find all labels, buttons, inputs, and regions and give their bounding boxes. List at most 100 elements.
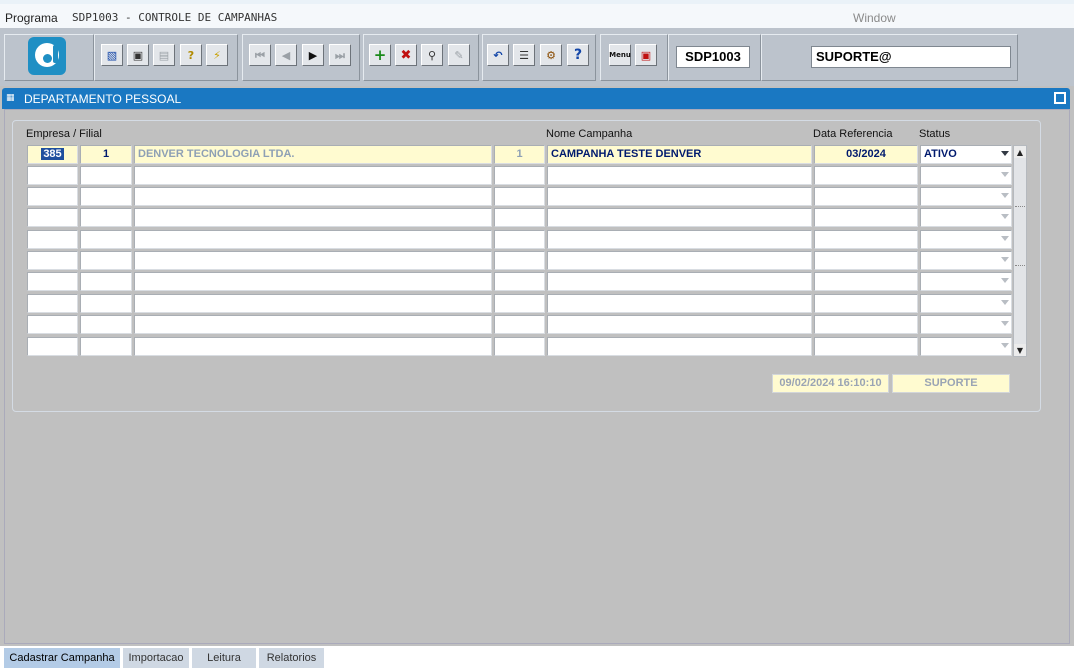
filial-cell[interactable]	[80, 251, 132, 270]
scroll-up-icon[interactable]: ▲	[1014, 146, 1026, 158]
chevron-down-icon[interactable]	[1001, 300, 1009, 305]
nome-empresa-cell	[134, 208, 492, 227]
campanha-cell[interactable]	[547, 230, 812, 249]
campanha-cell[interactable]	[547, 251, 812, 270]
status-select[interactable]: ATIVO	[920, 145, 1012, 164]
previous-record-icon[interactable]: ◀	[275, 44, 297, 66]
campanha-cell[interactable]	[547, 166, 812, 185]
filial-cell[interactable]	[80, 166, 132, 185]
settings-icon[interactable]: ⚙	[540, 44, 562, 66]
empresa-cell[interactable]	[27, 272, 78, 291]
clipboard-icon[interactable]: ☰	[513, 44, 535, 66]
execute-query-icon[interactable]: ⚡	[206, 44, 228, 66]
tab-leitura[interactable]: Leitura	[192, 648, 256, 668]
find-icon[interactable]: ⚲	[421, 44, 443, 66]
empresa-cell[interactable]	[27, 315, 78, 334]
chevron-down-icon[interactable]	[1001, 193, 1009, 198]
menu-window[interactable]: Window	[853, 11, 896, 25]
campanha-cell[interactable]	[547, 272, 812, 291]
menu-bar: Programa SDP1003 - CONTROLE DE CAMPANHAS…	[0, 4, 1074, 28]
help-icon[interactable]: ?	[567, 44, 589, 66]
status-select[interactable]	[920, 315, 1012, 334]
status-select[interactable]	[920, 251, 1012, 270]
data-referencia-cell[interactable]	[814, 272, 918, 291]
chevron-down-icon[interactable]	[1001, 151, 1009, 156]
scroll-thumb[interactable]	[1015, 206, 1025, 266]
empresa-cell[interactable]	[27, 337, 78, 356]
filial-cell[interactable]	[80, 337, 132, 356]
filial-cell[interactable]	[80, 272, 132, 291]
empresa-value: 385	[41, 148, 64, 160]
timestamp-field: 09/02/2024 16:10:10	[772, 374, 889, 393]
delete-record-icon[interactable]: ✖	[395, 44, 417, 66]
filial-cell[interactable]	[80, 294, 132, 313]
codigo-campanha-cell	[494, 337, 545, 356]
print-icon[interactable]: ▤	[153, 44, 175, 66]
header-status: Status	[919, 128, 951, 140]
maximize-icon[interactable]	[1054, 92, 1066, 104]
menu-programa[interactable]: Programa	[5, 11, 58, 25]
campanha-cell[interactable]	[547, 294, 812, 313]
data-referencia-cell[interactable]	[814, 251, 918, 270]
nome-empresa-cell	[134, 294, 492, 313]
status-select[interactable]	[920, 337, 1012, 356]
exit-icon[interactable]: ▣	[635, 44, 657, 66]
chevron-down-icon[interactable]	[1001, 343, 1009, 348]
filial-cell[interactable]	[80, 187, 132, 206]
filial-cell[interactable]	[80, 230, 132, 249]
query-icon[interactable]: ?	[180, 44, 202, 66]
campanha-cell[interactable]	[547, 337, 812, 356]
codigo-campanha-cell: 1	[494, 145, 545, 164]
first-record-icon[interactable]: ⏮	[249, 44, 271, 66]
nome-empresa-cell	[134, 230, 492, 249]
chevron-down-icon[interactable]	[1001, 321, 1009, 326]
empresa-cell[interactable]	[27, 187, 78, 206]
chevron-down-icon[interactable]	[1001, 236, 1009, 241]
undo-icon[interactable]: ↶	[487, 44, 509, 66]
empresa-cell[interactable]: 385	[27, 145, 78, 164]
data-referencia-cell[interactable]	[814, 337, 918, 356]
empresa-cell[interactable]	[27, 208, 78, 227]
data-referencia-cell[interactable]	[814, 230, 918, 249]
campanha-cell[interactable]	[547, 208, 812, 227]
tab-cadastrar-campanha[interactable]: Cadastrar Campanha	[4, 648, 120, 668]
tab-relatorios[interactable]: Relatorios	[259, 648, 324, 668]
filial-cell[interactable]: 1	[80, 145, 132, 164]
status-select[interactable]	[920, 230, 1012, 249]
campanha-cell[interactable]	[547, 315, 812, 334]
tab-importacao[interactable]: Importacao	[123, 648, 189, 668]
chevron-down-icon[interactable]	[1001, 214, 1009, 219]
insert-record-icon[interactable]: +	[369, 44, 391, 66]
data-referencia-cell[interactable]	[814, 166, 918, 185]
tab-bar: Cadastrar Campanha Importacao Leitura Re…	[0, 646, 1074, 672]
scroll-down-icon[interactable]: ▼	[1014, 344, 1026, 356]
filial-cell[interactable]	[80, 208, 132, 227]
data-referencia-cell[interactable]	[814, 294, 918, 313]
data-referencia-cell[interactable]	[814, 208, 918, 227]
empresa-cell[interactable]	[27, 166, 78, 185]
filial-cell[interactable]	[80, 315, 132, 334]
menu-icon[interactable]: Menu	[609, 44, 631, 66]
save-icon[interactable]: ▧	[101, 44, 123, 66]
status-select[interactable]	[920, 272, 1012, 291]
status-select[interactable]	[920, 294, 1012, 313]
chevron-down-icon[interactable]	[1001, 172, 1009, 177]
vertical-scrollbar[interactable]: ▲ ▼	[1013, 145, 1027, 357]
campanha-cell[interactable]: CAMPANHA TESTE DENVER	[547, 145, 812, 164]
status-select[interactable]	[920, 208, 1012, 227]
data-referencia-cell[interactable]: 03/2024	[814, 145, 918, 164]
form-icon[interactable]: ▣	[127, 44, 149, 66]
status-select[interactable]	[920, 166, 1012, 185]
last-record-icon[interactable]: ⏭	[329, 44, 351, 66]
empresa-cell[interactable]	[27, 251, 78, 270]
data-referencia-cell[interactable]	[814, 315, 918, 334]
data-referencia-cell[interactable]	[814, 187, 918, 206]
empresa-cell[interactable]	[27, 294, 78, 313]
clear-icon[interactable]: ✎	[448, 44, 470, 66]
chevron-down-icon[interactable]	[1001, 278, 1009, 283]
next-record-icon[interactable]: ▶	[302, 44, 324, 66]
empresa-cell[interactable]	[27, 230, 78, 249]
campanha-cell[interactable]	[547, 187, 812, 206]
status-select[interactable]	[920, 187, 1012, 206]
chevron-down-icon[interactable]	[1001, 257, 1009, 262]
